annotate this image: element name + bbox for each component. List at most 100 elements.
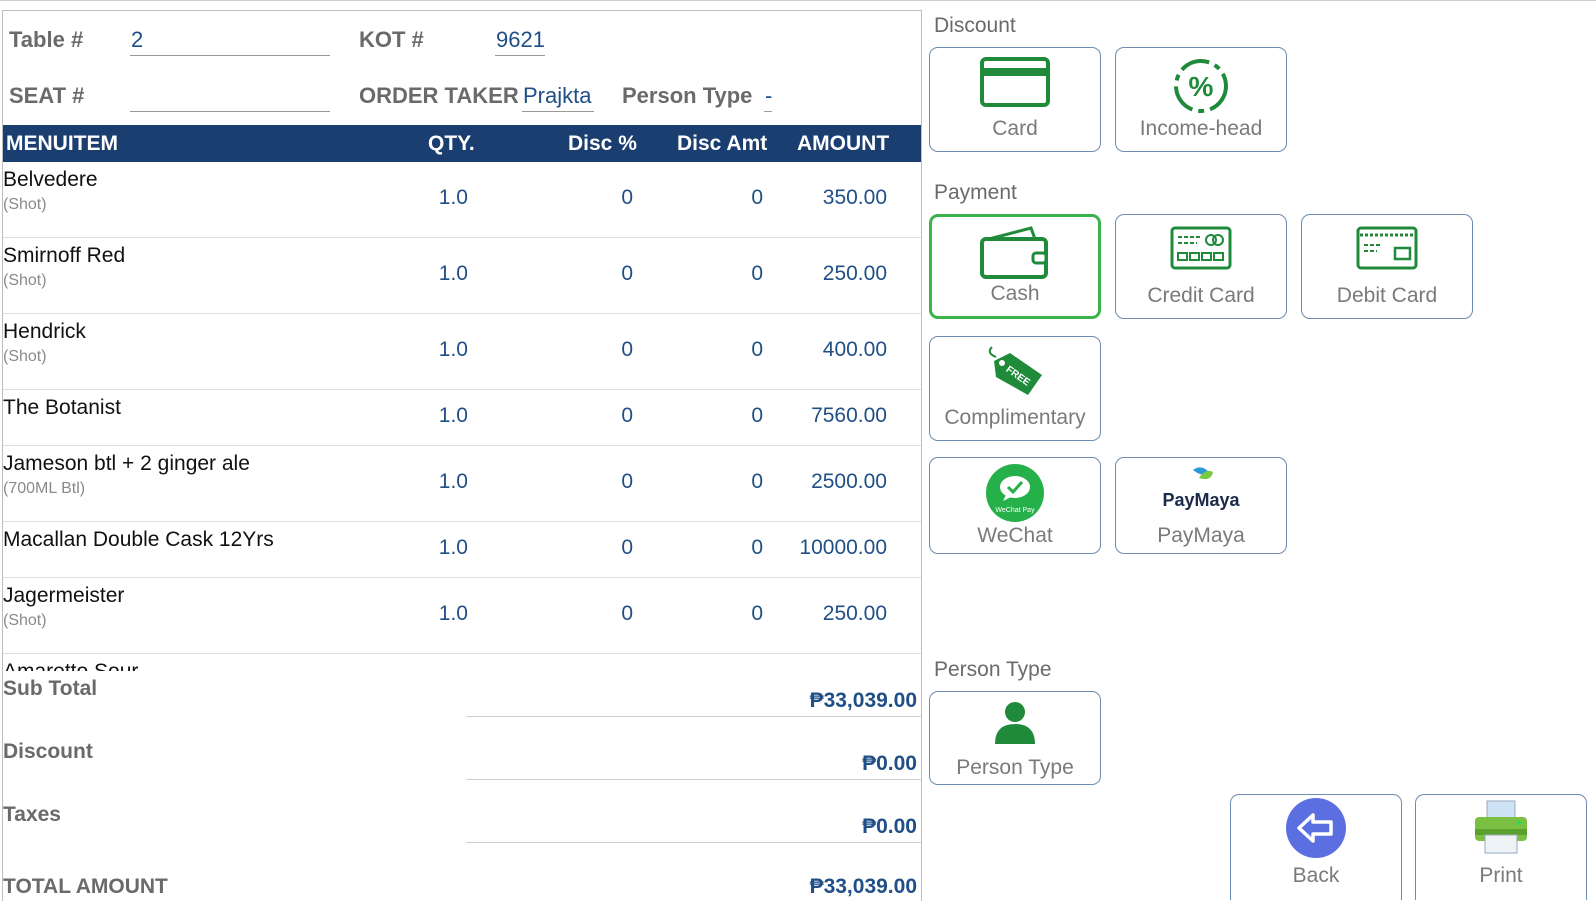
discount-card-button[interactable]: Card bbox=[929, 47, 1101, 152]
paymaya-icon-text: PayMaya bbox=[1162, 490, 1240, 510]
item-qty: 1.0 bbox=[438, 404, 468, 427]
table-row[interactable]: Hendrick (Shot) 1.0 0 0 400.00 bbox=[3, 314, 921, 390]
cash-label: Cash bbox=[990, 282, 1040, 305]
item-amount: 7560.00 bbox=[811, 404, 887, 427]
item-disc-amt: 0 bbox=[751, 338, 763, 361]
item-amount: 400.00 bbox=[822, 338, 887, 361]
discount-section-title: Discount bbox=[934, 14, 1016, 37]
item-disc-pct: 0 bbox=[621, 470, 633, 493]
person-type-button-label: Person Type bbox=[956, 756, 1074, 779]
percent-icon: % bbox=[1171, 56, 1231, 121]
wechat-label: WeChat bbox=[977, 524, 1053, 547]
item-qty: 1.0 bbox=[438, 536, 468, 559]
top-divider bbox=[0, 0, 1596, 1]
svg-text:%: % bbox=[1189, 71, 1214, 102]
print-label: Print bbox=[1479, 864, 1523, 887]
print-button[interactable]: Print bbox=[1415, 794, 1587, 900]
item-name: Smirnoff Red bbox=[3, 244, 126, 267]
card-icon bbox=[979, 56, 1051, 113]
item-disc-amt: 0 bbox=[751, 262, 763, 285]
complimentary-label: Complimentary bbox=[944, 406, 1086, 429]
income-head-label: Income-head bbox=[1139, 117, 1263, 140]
person-type-value: - bbox=[765, 83, 773, 108]
wechat-pay-icon: WeChat Pay bbox=[984, 462, 1046, 529]
taxes-label: Taxes bbox=[3, 803, 61, 826]
item-qty: 1.0 bbox=[438, 338, 468, 361]
item-amount: 2500.00 bbox=[811, 470, 887, 493]
order-taker-underline bbox=[522, 111, 594, 112]
item-name: Jameson btl + 2 ginger ale bbox=[3, 452, 250, 475]
table-row[interactable]: Jameson btl + 2 ginger ale (700ML Btl) 1.0… bbox=[3, 446, 921, 522]
person-type-section-title: Person Type bbox=[934, 658, 1052, 681]
item-disc-pct: 0 bbox=[621, 338, 633, 361]
debit-card-button[interactable]: Debit Card bbox=[1301, 214, 1473, 319]
col-amount: AMOUNT bbox=[797, 132, 890, 155]
free-tag-icon: FREE bbox=[980, 343, 1050, 404]
col-menuitem: MENUITEM bbox=[6, 132, 118, 155]
item-name: The Botanist bbox=[3, 396, 121, 419]
credit-card-label: Credit Card bbox=[1147, 284, 1255, 307]
debit-card-label: Debit Card bbox=[1336, 284, 1438, 307]
order-panel: Table # 2 KOT # 9621 SEAT # ORDER TAKER … bbox=[2, 10, 922, 901]
item-disc-pct: 0 bbox=[621, 536, 633, 559]
item-disc-pct: 0 bbox=[621, 602, 633, 625]
cash-button[interactable]: Cash bbox=[929, 214, 1101, 319]
order-taker-value: Prajkta bbox=[523, 83, 592, 108]
wechat-pay-icon-text: WeChat Pay bbox=[995, 507, 1035, 514]
item-qty: 1.0 bbox=[438, 262, 468, 285]
table-row[interactable]: Macallan Double Cask 12Yrs 1.0 0 0 10000.00 bbox=[3, 522, 921, 578]
item-disc-amt: 0 bbox=[751, 404, 763, 427]
item-disc-pct: 0 bbox=[621, 186, 633, 209]
items-list[interactable]: Belvedere (Shot) 1.0 0 0 350.00 Smirnoff Red (S… bbox=[3, 162, 921, 682]
kot-value: 9621 bbox=[496, 27, 545, 52]
person-type-button[interactable]: Person Type bbox=[929, 691, 1101, 785]
table-underline bbox=[130, 55, 330, 56]
item-qty: 1.0 bbox=[438, 470, 468, 493]
table-row[interactable]: Belvedere (Shot) 1.0 0 0 350.00 bbox=[3, 162, 921, 238]
table-row[interactable]: Jagermeister (Shot) 1.0 0 0 250.00 bbox=[3, 578, 921, 654]
item-amount: 350.00 bbox=[822, 186, 887, 209]
item-disc-pct: 0 bbox=[621, 262, 633, 285]
item-qty: 1.0 bbox=[438, 186, 468, 209]
person-icon bbox=[990, 700, 1040, 751]
table-row[interactable]: The Botanist 1.0 0 0 7560.00 bbox=[3, 390, 921, 446]
printer-icon bbox=[1471, 799, 1531, 862]
item-name: Macallan Double Cask 12Yrs bbox=[3, 528, 274, 551]
table-row[interactable]: Smirnoff Red (Shot) 1.0 0 0 250.00 bbox=[3, 238, 921, 314]
table-label: Table # bbox=[9, 27, 84, 52]
income-head-button[interactable]: % Income-head bbox=[1115, 47, 1287, 152]
totals-section: Sub Total ₱33,039.00 Discount ₱0.00 Taxe… bbox=[3, 671, 921, 901]
subtotal-divider bbox=[466, 716, 921, 717]
item-disc-amt: 0 bbox=[751, 470, 763, 493]
complimentary-button[interactable]: FREE Complimentary bbox=[929, 336, 1101, 441]
debit-card-icon bbox=[1355, 223, 1419, 278]
credit-card-button[interactable]: Credit Card bbox=[1115, 214, 1287, 319]
items-table-header: MENUITEM QTY. Disc % Disc Amt AMOUNT bbox=[3, 125, 921, 162]
discount-divider bbox=[466, 779, 921, 780]
credit-card-icon bbox=[1169, 223, 1233, 278]
item-disc-amt: 0 bbox=[751, 602, 763, 625]
item-qty: 1.0 bbox=[438, 602, 468, 625]
table-value[interactable]: 2 bbox=[131, 27, 143, 53]
order-taker-label: ORDER TAKER bbox=[359, 83, 519, 108]
discount-label: Discount bbox=[3, 740, 93, 763]
item-name: Belvedere bbox=[3, 168, 98, 191]
paymaya-button[interactable]: PayMaya PayMaya bbox=[1115, 457, 1287, 554]
discount-card-label: Card bbox=[992, 117, 1038, 140]
col-disc-amt: Disc Amt bbox=[677, 132, 768, 155]
back-arrow-icon bbox=[1285, 797, 1347, 864]
item-amount: 10000.00 bbox=[799, 536, 887, 559]
item-amount: 250.00 bbox=[822, 602, 887, 625]
wechat-button[interactable]: WeChat Pay WeChat bbox=[929, 457, 1101, 554]
back-label: Back bbox=[1292, 864, 1340, 887]
item-disc-pct: 0 bbox=[621, 404, 633, 427]
paymaya-icon: PayMaya bbox=[1151, 466, 1251, 517]
discount-value: ₱0.00 bbox=[862, 752, 917, 775]
person-type-underline bbox=[764, 111, 772, 112]
back-button[interactable]: Back bbox=[1230, 794, 1402, 900]
total-amount-label: TOTAL AMOUNT bbox=[3, 875, 168, 898]
taxes-divider bbox=[466, 842, 921, 843]
seat-underline bbox=[130, 111, 330, 112]
wallet-icon bbox=[979, 225, 1051, 286]
col-qty: QTY. bbox=[428, 132, 475, 155]
